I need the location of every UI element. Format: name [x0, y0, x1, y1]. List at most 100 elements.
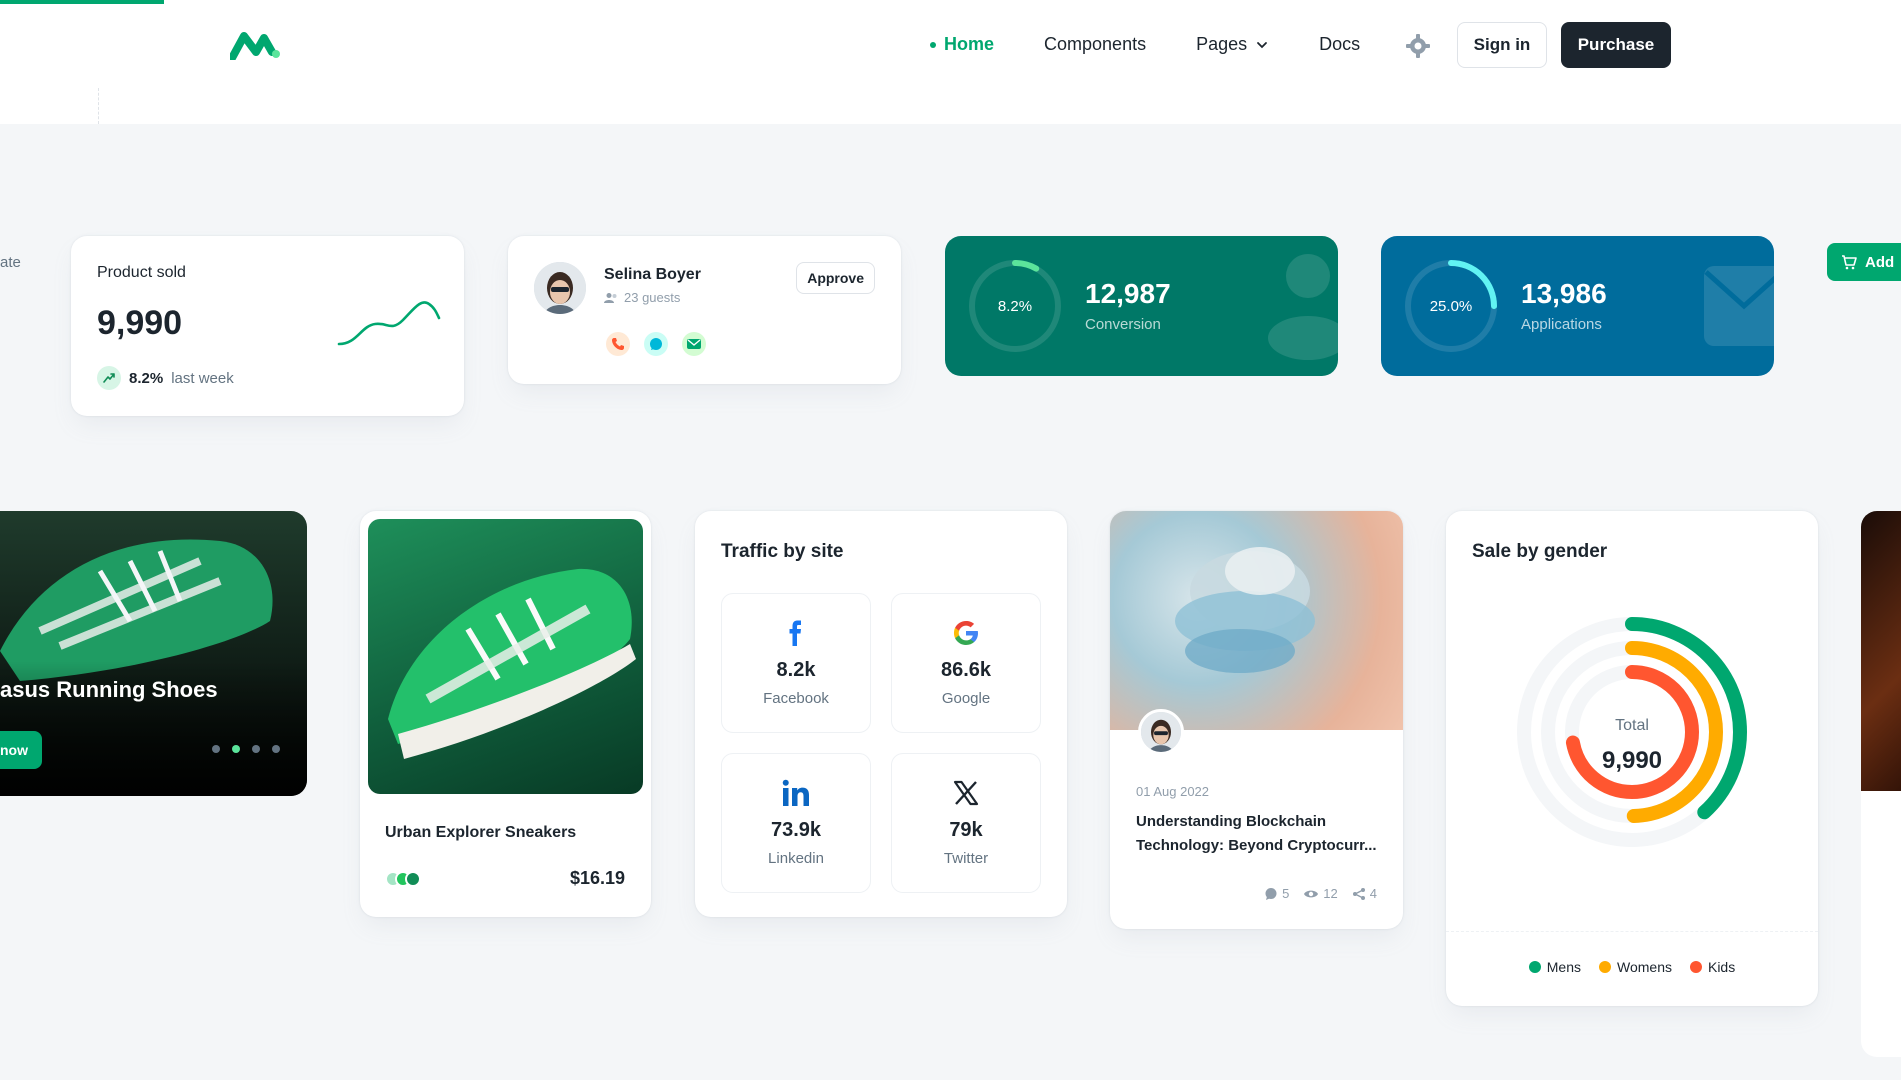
header: Home Components Pages Docs Sign in Purch…	[0, 0, 1901, 124]
chevron-down-icon	[1257, 41, 1268, 48]
conversion-label: Conversion	[1085, 316, 1161, 333]
nav-components-label: Components	[1044, 34, 1147, 54]
traffic-value: 79k	[949, 819, 983, 841]
gender-title: Sale by gender	[1472, 541, 1608, 562]
applications-value: 13,986	[1521, 278, 1607, 309]
purchase-button[interactable]: Purchase	[1561, 22, 1671, 68]
partial-card-image	[1861, 511, 1901, 791]
traffic-item-linkedin: 73.9k Linkedin	[721, 753, 871, 893]
sign-in-button[interactable]: Sign in	[1457, 22, 1547, 68]
guests-count: 23 guests	[624, 290, 681, 305]
conversion-widget: 8.2% 12,987 Conversion	[945, 236, 1338, 376]
legend-item-kids[interactable]: Kids	[1689, 959, 1736, 975]
traffic-value: 86.6k	[940, 659, 992, 681]
product-image	[368, 519, 643, 794]
carousel-dot[interactable]	[212, 745, 220, 753]
buy-now-button[interactable]: now	[0, 731, 42, 769]
user-icon	[1268, 254, 1338, 360]
shares-count: 4	[1369, 886, 1377, 901]
sparkline-chart	[337, 301, 441, 346]
phone-button[interactable]	[606, 332, 630, 356]
trend-row: 8.2% last week	[97, 366, 234, 390]
nav-components[interactable]: Components	[1044, 34, 1146, 55]
users-icon	[604, 292, 617, 303]
traffic-label: Google	[941, 690, 991, 707]
google-icon	[953, 621, 978, 645]
trend-percent: 8.2%	[129, 369, 164, 387]
mail-icon	[1704, 266, 1774, 346]
comments-count: 5	[1282, 886, 1290, 901]
approve-button[interactable]: Approve	[796, 262, 875, 294]
main-nav: Home Components Pages Docs	[930, 34, 1360, 55]
legend-dot	[1689, 961, 1702, 973]
chart-legend: Mens Womens Kids	[1446, 959, 1818, 975]
chat-button[interactable]	[644, 332, 668, 356]
blog-post-card[interactable]: 01 Aug 2022 Understanding Blockchain Tec…	[1110, 511, 1403, 929]
linkedin-icon	[782, 779, 809, 806]
phone-icon	[612, 338, 624, 350]
traffic-item-google: 86.6k Google	[891, 593, 1041, 733]
carousel-dot[interactable]	[232, 745, 240, 753]
conversion-percent: 8.2%	[997, 297, 1033, 315]
nav-pages[interactable]: Pages	[1196, 34, 1269, 55]
active-dot-icon	[930, 41, 936, 48]
traffic-item-facebook: 8.2k Facebook	[721, 593, 871, 733]
settings-button[interactable]	[1402, 30, 1434, 62]
comment-icon	[1265, 887, 1277, 900]
post-stats: 5 12 4	[1264, 886, 1377, 901]
add-to-cart-button[interactable]: Add	[1827, 243, 1901, 281]
color-swatches	[385, 871, 421, 887]
nav-pages-label: Pages	[1196, 34, 1248, 54]
contact-card: Selina Boyer 23 guests Approve	[508, 236, 901, 384]
logo-icon[interactable]	[230, 30, 282, 60]
carousel-dot[interactable]	[272, 745, 280, 753]
nav-home-label: Home	[944, 34, 995, 54]
mail-icon	[687, 339, 701, 349]
partial-text: ate	[0, 254, 21, 271]
views-stat: 12	[1303, 886, 1338, 901]
conversion-value: 12,987	[1085, 278, 1171, 309]
add-button-label: Add	[1865, 253, 1895, 271]
x-icon	[953, 780, 979, 806]
nav-docs[interactable]: Docs	[1319, 34, 1360, 55]
shares-stat: 4	[1352, 886, 1377, 901]
traffic-value: 8.2k	[776, 659, 816, 681]
color-swatch[interactable]	[405, 871, 421, 887]
applications-widget: 25.0% 13,986 Applications	[1381, 236, 1774, 376]
product-card[interactable]: Urban Explorer Sneakers $16.19	[360, 511, 651, 917]
product-sold-label: Product sold	[97, 264, 186, 281]
traffic-grid: 8.2k Facebook 86.6k Google 73.9k Linkedi…	[721, 593, 1041, 893]
legend-item-mens[interactable]: Mens	[1528, 959, 1581, 975]
nav-home[interactable]: Home	[930, 34, 994, 55]
nav-docs-label: Docs	[1319, 34, 1361, 54]
product-sold-value: 9,990	[97, 304, 183, 342]
email-button[interactable]	[682, 332, 706, 356]
carousel-dots	[212, 745, 280, 753]
applications-label: Applications	[1521, 316, 1602, 333]
share-icon	[1352, 887, 1365, 900]
eye-icon	[1304, 890, 1319, 897]
traffic-by-site-card: Traffic by site 8.2k Facebook 86.6k Goog…	[695, 511, 1067, 917]
cart-icon	[1842, 255, 1857, 270]
sneaker-image	[0, 539, 307, 796]
legend-dot	[1528, 961, 1541, 973]
avatar	[534, 262, 586, 314]
legend-label: Kids	[1707, 959, 1736, 975]
promo-carousel: asus Running Shoes now	[0, 511, 307, 796]
traffic-label: Linkedin	[768, 850, 824, 867]
gear-icon	[1406, 34, 1430, 58]
product-sold-card: Product sold 9,990 8.2% last week	[71, 236, 464, 416]
carousel-dot[interactable]	[252, 745, 260, 753]
legend-item-womens[interactable]: Womens	[1599, 959, 1672, 975]
author-avatar[interactable]	[1138, 709, 1184, 755]
post-title[interactable]: Understanding Blockchain Technology: Bey…	[1136, 810, 1381, 858]
contact-name: Selina Boyer	[604, 266, 701, 283]
scroll-progress-bar	[0, 0, 164, 4]
traffic-item-twitter: 79k Twitter	[891, 753, 1041, 893]
views-count: 12	[1323, 886, 1338, 901]
product-price: $16.19	[569, 868, 625, 888]
partial-card	[1861, 791, 1901, 1057]
divider	[98, 88, 99, 124]
post-date: 01 Aug 2022	[1136, 784, 1210, 799]
promo-title: asus Running Shoes	[0, 677, 218, 702]
